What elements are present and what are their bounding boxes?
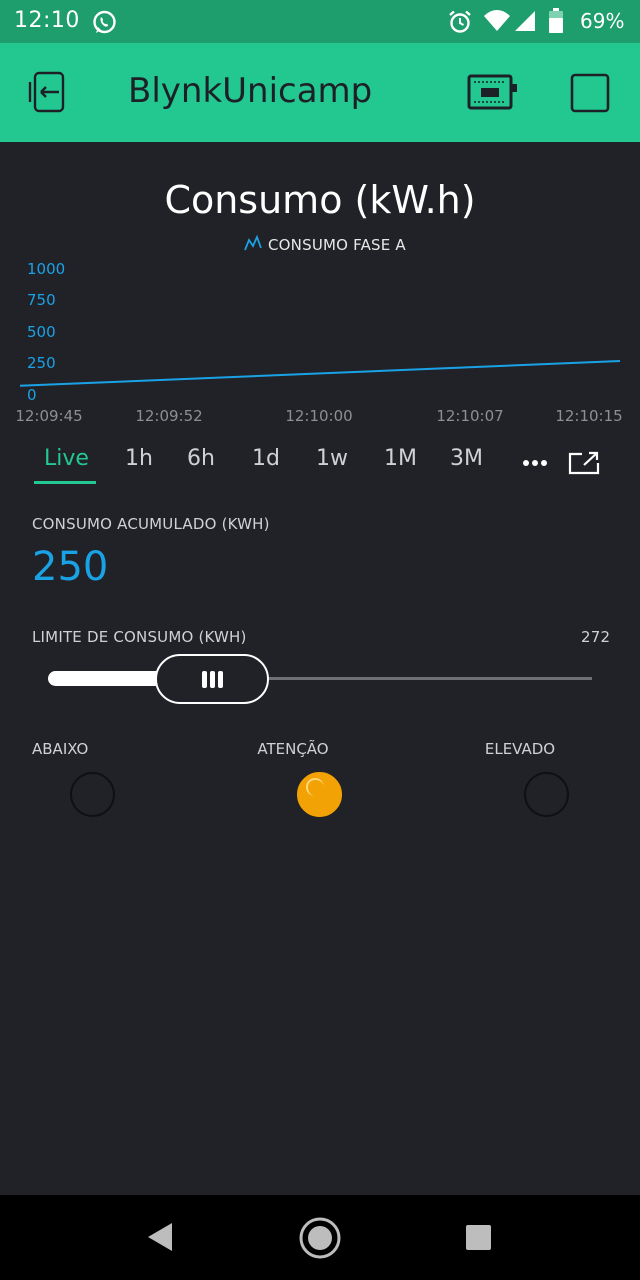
tab-1w[interactable]: 1w [316, 446, 348, 471]
chart-x-tick: 12:10:15 [555, 407, 623, 425]
app-bar: BlynkUnicamp [0, 43, 640, 142]
slider-grip-line [218, 671, 223, 688]
chart-x-tick: 12:09:45 [15, 407, 83, 425]
chart-x-tick: 12:10:07 [436, 407, 504, 425]
stop-icon[interactable] [570, 73, 610, 113]
line-chart-legend-icon [244, 234, 262, 251]
recent-apps-icon[interactable] [465, 1224, 492, 1251]
tab-live[interactable]: Live [44, 446, 89, 471]
tab-3m[interactable]: 3M [450, 446, 483, 471]
slider-grip-line [202, 671, 207, 688]
wifi-icon [484, 10, 510, 31]
back-icon[interactable] [144, 1221, 176, 1253]
led-label-abaixo: ABAIXO [32, 740, 89, 758]
value-display-label: CONSUMO ACUMULADO (KWH) [32, 515, 270, 533]
expand-chart-icon[interactable] [568, 451, 600, 475]
led-elevado [524, 772, 569, 817]
led-atencao [297, 772, 342, 817]
chart-x-tick: 12:10:00 [285, 407, 353, 425]
led-label-atencao: ATENÇÃO [257, 740, 329, 758]
whatsapp-icon [93, 10, 116, 34]
app-title: BlynkUnicamp [128, 71, 373, 111]
battery-percentage: 69% [580, 9, 625, 33]
tab-1m[interactable]: 1M [384, 446, 417, 471]
device-board-icon[interactable] [467, 74, 519, 110]
chart-plot-area[interactable] [0, 260, 640, 405]
chart-legend-label[interactable]: CONSUMO FASE A [268, 236, 406, 254]
slider-thumb[interactable] [155, 654, 269, 704]
tab-1d[interactable]: 1d [252, 446, 280, 471]
led-label-elevado: ELEVADO [484, 740, 556, 758]
system-nav-bar [0, 1195, 640, 1280]
value-display-value: 250 [32, 544, 109, 590]
signal-icon [515, 11, 535, 31]
status-time: 12:10 [14, 8, 80, 33]
alarm-icon [449, 10, 471, 33]
slider-value: 272 [581, 628, 611, 646]
battery-icon [549, 8, 563, 33]
status-bar: 12:10 69% [0, 0, 640, 43]
tab-1h[interactable]: 1h [125, 446, 153, 471]
tab-6h[interactable]: 6h [187, 446, 215, 471]
home-icon[interactable] [298, 1216, 342, 1260]
more-options-icon[interactable] [522, 459, 548, 467]
slider-grip-line [210, 671, 215, 688]
chart-title: Consumo (kW.h) [164, 178, 476, 222]
led-abaixo [70, 772, 115, 817]
chart-series-line [19, 360, 621, 387]
exit-project-icon[interactable] [27, 70, 71, 114]
chart-x-tick: 12:09:52 [135, 407, 203, 425]
active-tab-indicator [34, 481, 96, 484]
slider-label: LIMITE DE CONSUMO (KWH) [32, 628, 247, 646]
